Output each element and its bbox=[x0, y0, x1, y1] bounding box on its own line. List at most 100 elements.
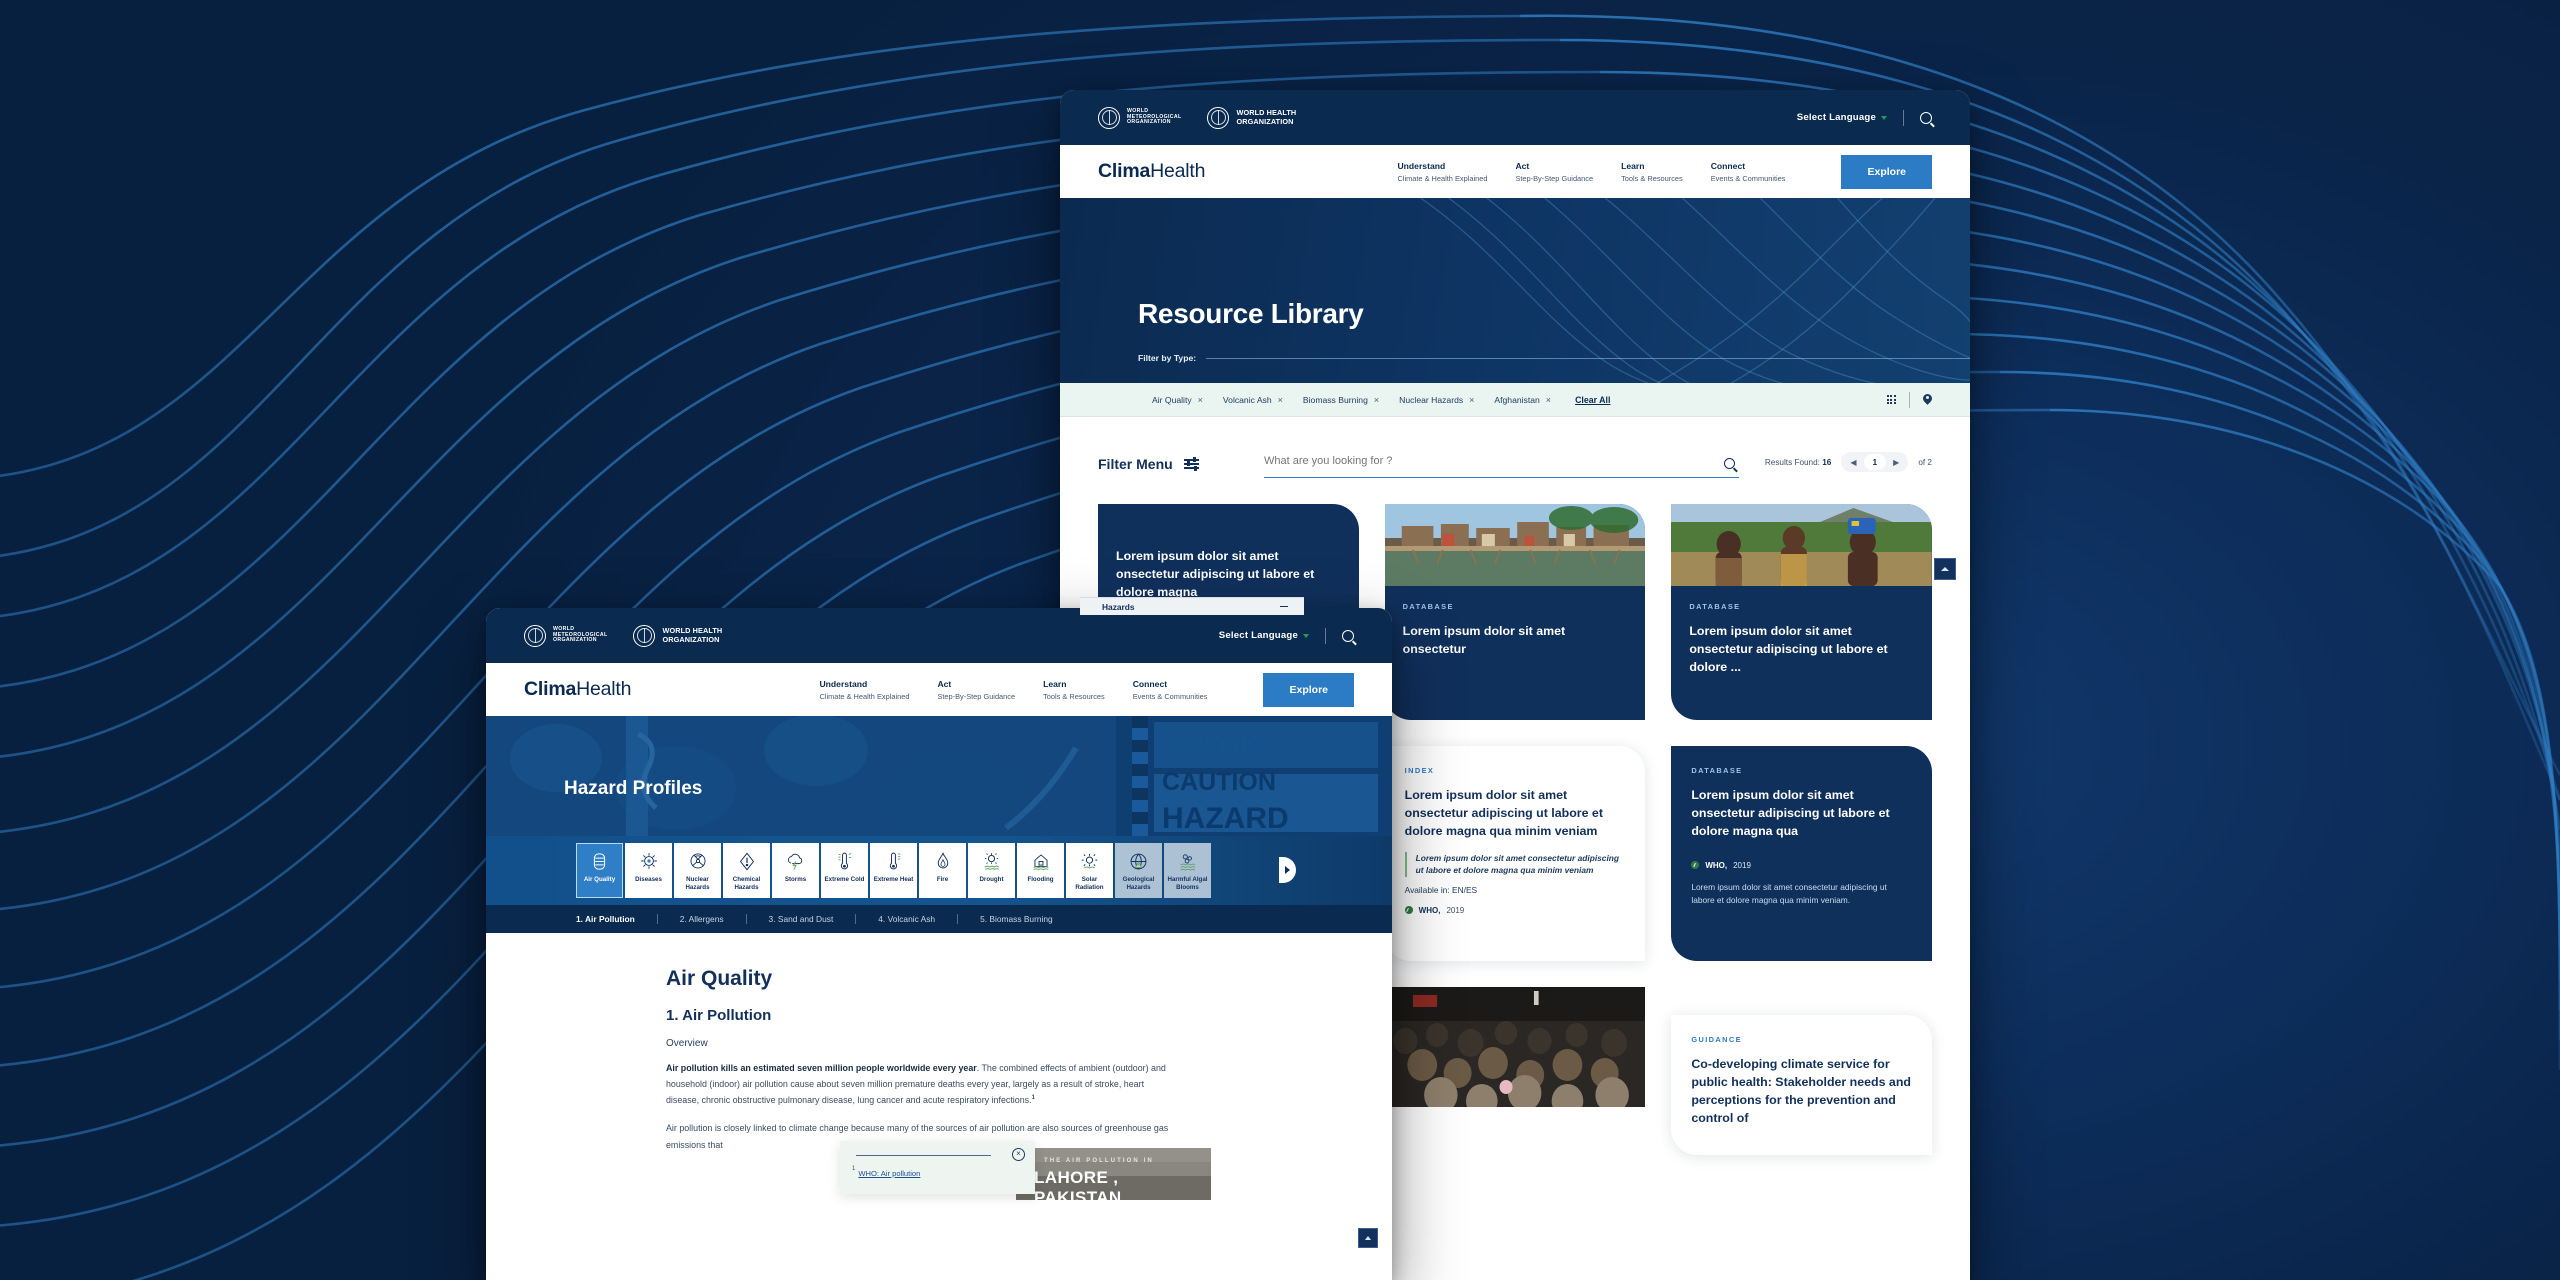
result-card[interactable]: DATABASE Lorem ipsum dolor sit amet onse… bbox=[1671, 746, 1932, 961]
nav-title: Connect bbox=[1710, 160, 1746, 171]
result-card[interactable]: INDEX Lorem ipsum dolor sit amet onsecte… bbox=[1384, 746, 1646, 961]
filter-tag-volcanic-ash[interactable]: Volcanic Ash × bbox=[1223, 395, 1283, 405]
explore-button[interactable]: Explore bbox=[1263, 672, 1354, 707]
hazard-tab-nuclear-hazards[interactable]: Nuclear Hazards bbox=[674, 843, 721, 898]
brand-logo[interactable]: ClimaHealth bbox=[524, 678, 631, 701]
nav-title: Understand bbox=[819, 678, 868, 689]
hazard-tab-air-quality[interactable]: Air Quality bbox=[576, 843, 623, 898]
hazards-filter-panel-header[interactable]: Hazards bbox=[1080, 597, 1304, 615]
nav-item-understand[interactable]: Understand Climate & Health Explained bbox=[1397, 161, 1487, 183]
subnav-item-biomass-burning[interactable]: 5. Biomass Burning bbox=[980, 914, 1075, 924]
view-toggles bbox=[1886, 391, 1932, 408]
hazard-tab-extreme-cold[interactable]: Extreme Cold bbox=[821, 843, 868, 898]
hazard-tab-label: Geological Hazards bbox=[1122, 876, 1155, 891]
subnav-item-sand-and-dust[interactable]: 3. Sand and Dust bbox=[769, 914, 856, 924]
algae-icon bbox=[1178, 850, 1197, 872]
select-language-dropdown[interactable]: Select Language bbox=[1219, 630, 1309, 641]
nav-title: Connect bbox=[1132, 678, 1168, 689]
nav-title: Act bbox=[1515, 160, 1530, 171]
card-kicker: INDEX bbox=[1404, 766, 1435, 775]
hazard-tab-solar-radiation[interactable]: Solar Radiation bbox=[1066, 843, 1113, 898]
hazard-tab-harmful-algal-blooms[interactable]: Harmful Algal Blooms bbox=[1164, 843, 1211, 898]
hazard-tab-drought[interactable]: Drought bbox=[968, 843, 1015, 898]
total-pages: of 2 bbox=[1918, 457, 1932, 467]
filter-tag-air-quality[interactable]: Air Quality × bbox=[1152, 395, 1203, 405]
hazard-tab-chemical-hazards[interactable]: Chemical Hazards bbox=[723, 843, 770, 898]
card-title: Lorem ipsum dolor sit amet onsectetur ad… bbox=[1404, 788, 1603, 838]
hazard-tab-flooding[interactable]: Flooding bbox=[1017, 843, 1064, 898]
explore-button[interactable]: Explore bbox=[1841, 154, 1932, 189]
active-filter-tags: Air Quality × Volcanic Ash × Biomass Burni… bbox=[1152, 395, 1610, 405]
result-card[interactable]: DATABASE Lorem ipsum dolor sit amet onse… bbox=[1384, 504, 1646, 720]
subnav-item-allergens[interactable]: 2. Allergens bbox=[680, 914, 746, 924]
filter-tag-nuclear-hazards[interactable]: Nuclear Hazards × bbox=[1399, 395, 1474, 405]
close-icon[interactable]: × bbox=[1546, 395, 1551, 405]
results-found: Results Found: 16 bbox=[1765, 458, 1831, 467]
chevron-right-icon bbox=[1285, 866, 1290, 875]
close-icon[interactable]: × bbox=[1012, 1147, 1025, 1161]
thermometer-cold-icon bbox=[838, 850, 852, 872]
result-card[interactable]: GUIDANCE Co-developing climate service f… bbox=[1671, 1015, 1932, 1156]
search-icon[interactable] bbox=[1342, 629, 1354, 642]
source-year: 2019 bbox=[1446, 905, 1465, 915]
hazard-tab-fire[interactable]: Fire bbox=[919, 843, 966, 898]
brand-logo[interactable]: ClimaHealth bbox=[1098, 160, 1205, 183]
wmo-logo: WORLD METEOROLOGICAL ORGANIZATION bbox=[1098, 106, 1181, 129]
nav-title: Learn bbox=[1621, 160, 1645, 171]
filter-tag-biomass-burning[interactable]: Biomass Burning × bbox=[1303, 395, 1379, 405]
next-page-button[interactable]: ▶ bbox=[1886, 455, 1906, 470]
footnote-reference[interactable]: 1 bbox=[1032, 1095, 1035, 1101]
nav-item-learn[interactable]: Learn Tools & Resources bbox=[1621, 161, 1683, 183]
wmo-logo-text: WORLD METEOROLOGICAL ORGANIZATION bbox=[553, 626, 607, 644]
scroll-to-top-button[interactable] bbox=[1934, 558, 1956, 580]
source-year: 2019 bbox=[1733, 860, 1751, 870]
card-kicker: GUIDANCE bbox=[1691, 1035, 1742, 1044]
prev-page-button[interactable]: ◀ bbox=[1843, 455, 1863, 470]
filter-menu-toggle[interactable]: Filter Menu bbox=[1098, 456, 1238, 478]
clear-all-button[interactable]: Clear All bbox=[1575, 395, 1610, 405]
close-icon[interactable]: × bbox=[1278, 395, 1283, 405]
search-box[interactable] bbox=[1264, 451, 1739, 478]
map-pin-icon[interactable] bbox=[1923, 394, 1932, 406]
search-icon[interactable] bbox=[1920, 111, 1932, 124]
search-input[interactable] bbox=[1264, 455, 1739, 467]
footnote-link[interactable]: WHO: Air pollution bbox=[858, 1169, 920, 1178]
nav-item-connect[interactable]: Connect Events & Communities bbox=[1711, 161, 1786, 183]
card-title: Lorem ipsum dolor sit amet onsectetur bbox=[1402, 624, 1566, 656]
hazard-tab-extreme-heat[interactable]: Extreme Heat bbox=[870, 843, 917, 898]
svg-text:HAZARD: HAZARD bbox=[1162, 802, 1289, 835]
paragraph-1-bold: Air pollution kills an estimated seven m… bbox=[666, 1062, 977, 1073]
filter-by-type-label: Filter by Type: bbox=[1138, 353, 1197, 363]
grid-view-icon[interactable] bbox=[1886, 394, 1896, 405]
article-section-title: 1. Air Pollution bbox=[666, 1006, 772, 1024]
hazard-tab-label: Drought bbox=[979, 876, 1004, 883]
brand-bold: Clima bbox=[524, 678, 577, 700]
article-title: Air Quality bbox=[666, 966, 773, 990]
browser-window-hazard-profiles: WORLD METEOROLOGICAL ORGANIZATION World … bbox=[486, 608, 1392, 1280]
nav-item-learn[interactable]: Learn Tools & Resources bbox=[1043, 679, 1105, 701]
source-org: WHO, bbox=[1418, 905, 1441, 915]
select-language-dropdown[interactable]: Select Language bbox=[1797, 112, 1887, 123]
filter-tag-afghanistan[interactable]: Afghanistan × bbox=[1494, 395, 1551, 405]
nav-item-understand[interactable]: Understand Climate & Health Explained bbox=[819, 679, 909, 701]
nav-item-act[interactable]: Act Step-By-Step Guidance bbox=[1515, 161, 1593, 183]
subnav-item-air-pollution[interactable]: 1. Air Pollution bbox=[576, 914, 657, 924]
close-icon[interactable]: × bbox=[1374, 395, 1379, 405]
nav-item-connect[interactable]: Connect Events & Communities bbox=[1133, 679, 1208, 701]
filter-by-type-row: Filter by Type: bbox=[1138, 353, 1970, 363]
hazard-tab-diseases[interactable]: Diseases bbox=[625, 843, 672, 898]
scroll-to-top-button[interactable] bbox=[1358, 1227, 1378, 1248]
close-icon[interactable]: × bbox=[1198, 395, 1203, 405]
current-page[interactable]: 1 bbox=[1863, 454, 1887, 470]
subnav-item-volcanic-ash[interactable]: 4. Volcanic Ash bbox=[878, 914, 957, 924]
result-card[interactable] bbox=[1384, 987, 1646, 1155]
hazard-tab-geological-hazards[interactable]: Geological Hazards bbox=[1115, 843, 1162, 898]
result-card[interactable]: DATABASE Lorem ipsum dolor sit amet onse… bbox=[1671, 504, 1932, 720]
close-icon[interactable]: × bbox=[1469, 395, 1474, 405]
hazard-tab-storms[interactable]: Storms bbox=[772, 843, 819, 898]
hazard-tabs-next-button[interactable] bbox=[1279, 857, 1296, 884]
collapse-icon[interactable] bbox=[1280, 605, 1288, 608]
wmo-logo: WORLD METEOROLOGICAL ORGANIZATION bbox=[524, 624, 607, 647]
search-icon[interactable] bbox=[1723, 458, 1735, 469]
nav-item-act[interactable]: Act Step-By-Step Guidance bbox=[937, 679, 1015, 701]
